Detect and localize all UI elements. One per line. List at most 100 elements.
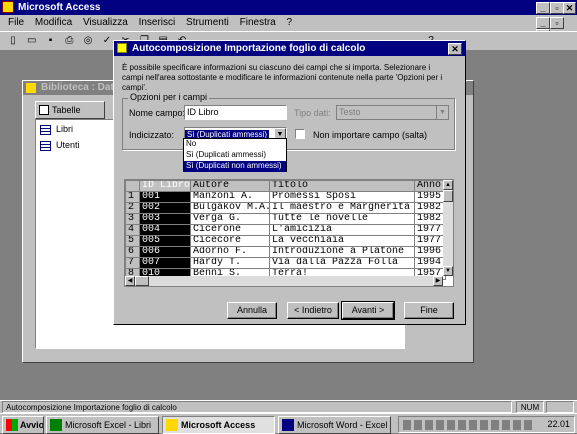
- task-access[interactable]: Microsoft Access: [162, 416, 275, 434]
- horizontal-scrollbar[interactable]: ◀ ▶: [125, 276, 443, 286]
- table-cell: 1994: [414, 257, 446, 269]
- table-row[interactable]: 2 002 Bulgakov M.A. Il maestro e Margherita…: [125, 202, 446, 214]
- scroll-down-button[interactable]: ▼: [443, 266, 453, 276]
- data-table: ID Libro Autore Titolo Anno 1 001 Manzoni …: [125, 180, 446, 280]
- task-excel[interactable]: Microsoft Excel - Libri: [46, 416, 159, 434]
- list-item-label: Utenti: [56, 140, 80, 150]
- status-panel-empty: [546, 401, 574, 413]
- back-button[interactable]: < Indietro: [287, 302, 339, 319]
- maximize-button[interactable]: ▫: [550, 2, 564, 14]
- table-cell: Bulgakov M.A.: [190, 202, 270, 214]
- row-number-cell: 6: [125, 246, 140, 258]
- skip-field-checkbox[interactable]: [295, 129, 305, 139]
- dialog-description: È possibile specificare informazioni su …: [122, 63, 443, 92]
- column-header[interactable]: Anno: [414, 180, 446, 192]
- scroll-thumb[interactable]: [443, 190, 453, 202]
- corner-cell: [125, 180, 140, 192]
- column-header[interactable]: Titolo: [269, 180, 415, 192]
- menu-finestra[interactable]: Finestra: [236, 15, 280, 31]
- save-icon[interactable]: ▪: [44, 34, 58, 48]
- new-icon[interactable]: ▯: [6, 34, 20, 48]
- list-item-label: Libri: [56, 124, 74, 134]
- task-word[interactable]: Microsoft Word - Excel: [278, 416, 391, 434]
- menu-bar: File Modifica Visualizza Inserisci Strum…: [0, 15, 577, 31]
- dropdown-option[interactable]: Sì (Duplicati ammessi): [184, 150, 286, 161]
- menu-strumenti[interactable]: Strumenti: [182, 15, 233, 31]
- field-name-input[interactable]: ID Libro: [184, 105, 287, 120]
- table-row[interactable]: 6 006 Adorno F. Introduzione a Platone 1996: [125, 246, 446, 258]
- menu-inserisci[interactable]: Inserisci: [135, 15, 180, 31]
- scroll-up-button[interactable]: ▲: [443, 180, 453, 190]
- menu-file[interactable]: File: [4, 15, 28, 31]
- num-indicator: NUM: [516, 401, 544, 413]
- vertical-scrollbar[interactable]: ▲ ▼: [443, 180, 453, 276]
- start-button[interactable]: Avvio: [2, 416, 44, 434]
- excel-icon: [50, 419, 62, 431]
- table-row[interactable]: 1 001 Manzoni A. Promessi Sposi 1995: [125, 191, 446, 203]
- chevron-down-icon: ▼: [436, 106, 448, 119]
- list-item[interactable]: Libri: [40, 124, 73, 136]
- task-word-label: Microsoft Word - Excel: [297, 420, 388, 430]
- dropdown-option-selected[interactable]: Sì (Duplicati non ammessi): [184, 161, 286, 172]
- status-bar: Autocomposizione Importazione foglio di …: [0, 400, 577, 413]
- table-cell: 001: [139, 191, 191, 203]
- table-cell: 003: [139, 213, 191, 225]
- data-type-select: Testo ▼: [336, 105, 449, 120]
- table-row[interactable]: 7 007 Hardy T. Via dalla Pazza Folla 1994: [125, 257, 446, 269]
- tab-tabelle[interactable]: Tabelle: [35, 101, 105, 119]
- mdi-minimize-button[interactable]: _: [536, 17, 550, 29]
- open-icon[interactable]: ▭: [25, 34, 39, 48]
- next-button[interactable]: Avanti >: [341, 301, 395, 320]
- table-icon: [40, 125, 51, 135]
- taskbar: Avvio Microsoft Excel - Libri Microsoft …: [0, 413, 577, 434]
- table-cell: Manzoni A.: [190, 191, 270, 203]
- column-header[interactable]: ID Libro: [139, 180, 191, 192]
- table-cell: 1982: [414, 213, 446, 225]
- mdi-restore-button[interactable]: ▫: [550, 17, 564, 29]
- table-row[interactable]: 4 004 Cicerone L'amicizia 1977: [125, 224, 446, 236]
- table-cell: Cicerone: [190, 224, 270, 236]
- finish-button[interactable]: Fine: [404, 302, 454, 319]
- status-text: Autocomposizione Importazione foglio di …: [2, 401, 512, 413]
- table-cell: Tutte le novelle: [269, 213, 415, 225]
- app-title: Microsoft Access: [18, 2, 101, 13]
- skip-field-label: Non importare campo (salta): [313, 130, 428, 140]
- list-item[interactable]: Utenti: [40, 140, 80, 152]
- print-icon[interactable]: ⎙: [62, 34, 76, 48]
- table-cell: 1977: [414, 224, 446, 236]
- table-cell: Il maestro e Margherita: [269, 202, 415, 214]
- column-header[interactable]: Autore: [190, 180, 270, 192]
- table-cell: 1977: [414, 235, 446, 247]
- tray-icons: [403, 420, 533, 430]
- table-cell: 005: [139, 235, 191, 247]
- indexed-dropdown-list[interactable]: No Sì (Duplicati ammessi) Sì (Duplicati …: [183, 138, 287, 172]
- start-label: Avvio: [20, 420, 44, 430]
- dropdown-option[interactable]: No: [184, 139, 286, 150]
- row-number-cell: 4: [125, 224, 140, 236]
- scroll-right-button[interactable]: ▶: [433, 276, 443, 286]
- table-cell: L'amicizia: [269, 224, 415, 236]
- menu-help[interactable]: ?: [283, 15, 297, 31]
- table-cell: Verga G.: [190, 213, 270, 225]
- table-icon: [40, 141, 51, 151]
- row-number-cell: 3: [125, 213, 140, 225]
- table-row[interactable]: 5 005 Cicecore La vecchiaia 1977: [125, 235, 446, 247]
- app-titlebar: Microsoft Access: [0, 0, 577, 15]
- data-type-value: Testo: [339, 107, 361, 117]
- field-options-group-label: Opzioni per i campi: [128, 92, 210, 102]
- cancel-button[interactable]: Annulla: [227, 302, 277, 319]
- table-row[interactable]: 3 003 Verga G. Tutte le novelle 1982: [125, 213, 446, 225]
- scroll-left-button[interactable]: ◀: [125, 276, 135, 286]
- preview-icon[interactable]: ◎: [81, 34, 95, 48]
- menu-modifica[interactable]: Modifica: [31, 15, 76, 31]
- minimize-button[interactable]: _: [536, 2, 550, 14]
- dialog-title: Autocomposizione Importazione foglio di …: [132, 43, 366, 54]
- scroll-h-thumb[interactable]: [135, 276, 149, 286]
- word-icon: [282, 419, 294, 431]
- wizard-icon: [117, 43, 127, 53]
- close-button[interactable]: ✕: [563, 2, 576, 14]
- menu-visualizza[interactable]: Visualizza: [79, 15, 132, 31]
- spelling-icon[interactable]: ✓: [100, 34, 114, 48]
- system-tray: 22.01: [398, 416, 575, 433]
- dialog-close-button[interactable]: ✕: [448, 43, 462, 55]
